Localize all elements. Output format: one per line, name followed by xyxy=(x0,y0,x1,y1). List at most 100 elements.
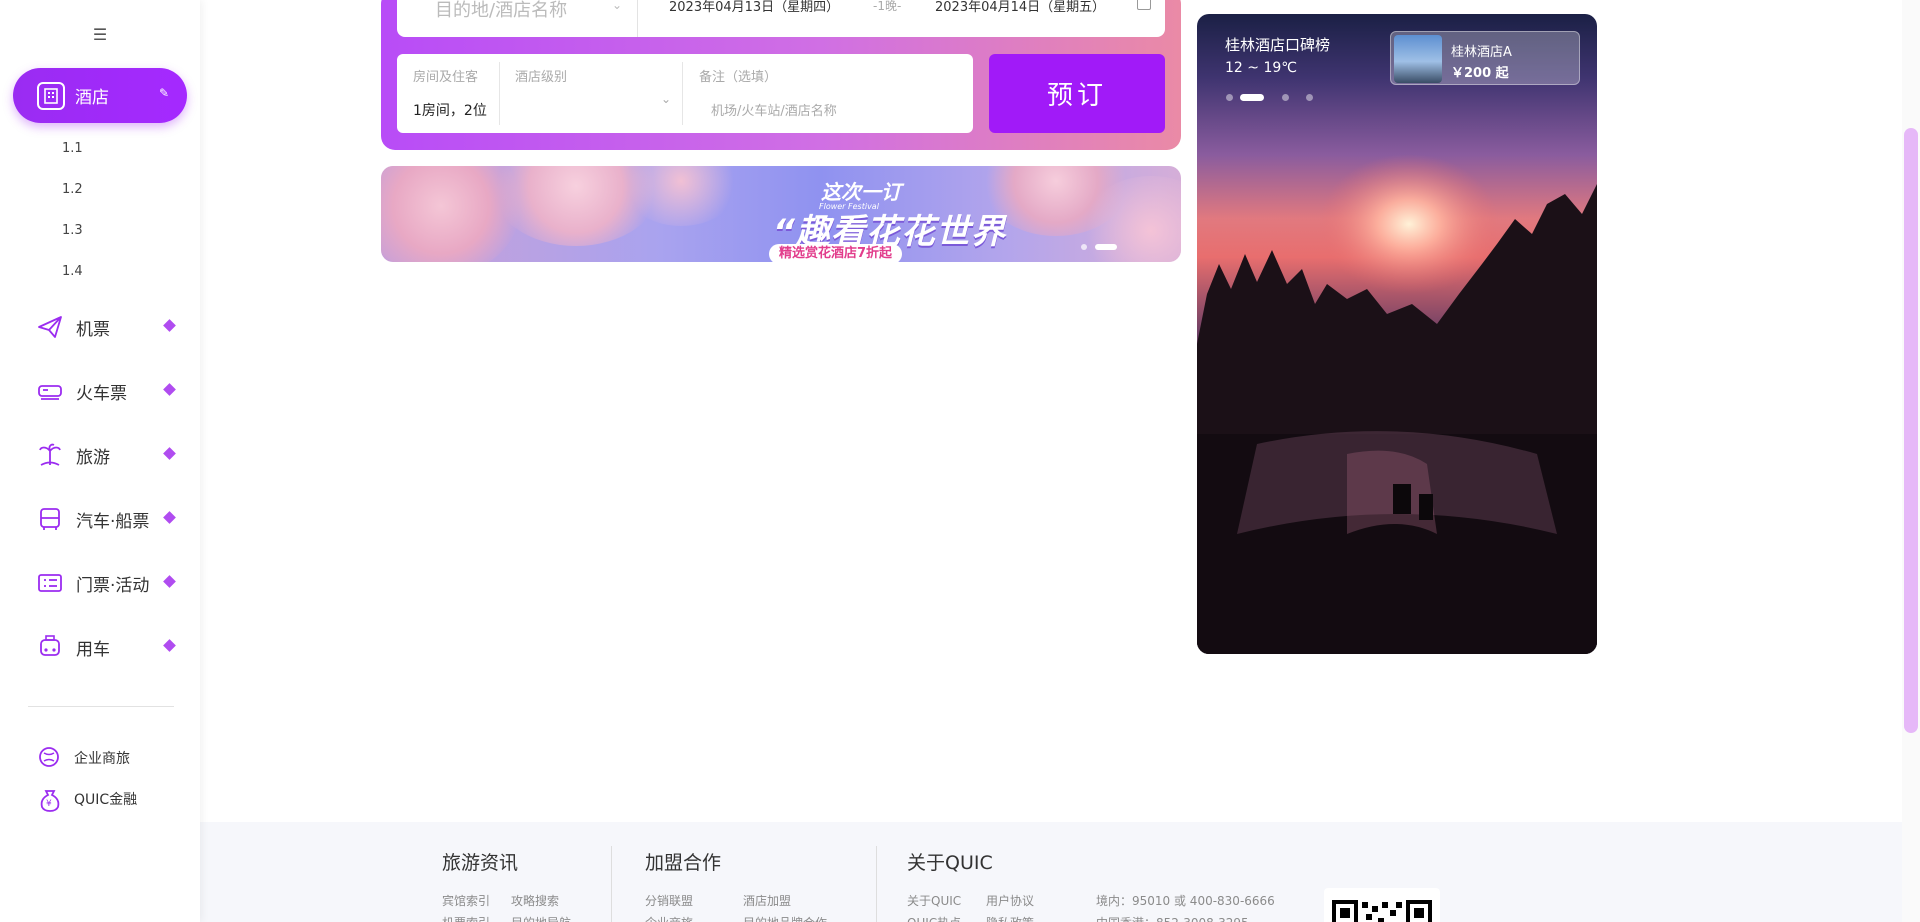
footer-link[interactable]: 用户协议 xyxy=(986,892,1034,909)
destination-promo-card[interactable]: 桂林酒店口碑榜 12 ~ 19℃ 桂林酒店A ￥200 起 xyxy=(1197,14,1597,654)
money-bag-icon: ¥ xyxy=(36,785,64,813)
footer-link[interactable]: 宾馆索引 xyxy=(442,892,490,909)
chevron-down-icon[interactable]: ⌄ xyxy=(661,92,671,106)
app-root: ☰ 酒店 ✎ 1.1 1.2 1.3 1.4 机票 火车票 旅游 汽车·船票 门… xyxy=(0,0,1920,922)
sidebar-subitem-1-2[interactable]: 1.2 xyxy=(62,182,83,197)
note-input[interactable]: 机场/火车站/酒店名称 xyxy=(711,100,837,119)
diamond-icon xyxy=(163,319,176,332)
featured-hotel-card[interactable]: 桂林酒店A ￥200 起 xyxy=(1390,31,1580,85)
sidebar-item-label: 机票 xyxy=(76,319,110,340)
footer-link[interactable]: 隐私政策 xyxy=(986,914,1034,922)
car-icon xyxy=(36,633,64,661)
promo-banner[interactable]: 这次一订 Flower Festival “趣看花花世界 精选赏花酒店7折起 xyxy=(381,166,1181,262)
diamond-icon xyxy=(163,447,176,460)
business-travel-icon xyxy=(36,744,64,772)
train-icon xyxy=(36,377,64,405)
sidebar-item-hotel[interactable]: 酒店 ✎ xyxy=(13,68,187,123)
ticket-icon xyxy=(36,569,64,597)
search-row-details: 房间及住客 1房间，2位 酒店级别 ⌄ 备注（选填） 机场/火车站/酒店名称 xyxy=(397,54,973,133)
scrollbar-thumb[interactable] xyxy=(1904,128,1918,733)
sidebar-item-car[interactable]: 用车 xyxy=(36,631,186,663)
footer-divider xyxy=(611,846,612,922)
svg-text:¥: ¥ xyxy=(46,799,52,809)
field-divider xyxy=(682,62,683,125)
banner-slide-dot-active[interactable] xyxy=(1095,244,1117,250)
footer-link[interactable]: 企业商旅 xyxy=(645,914,693,922)
calendar-icon[interactable] xyxy=(1137,0,1151,10)
temperature-range: 12 ~ 19℃ xyxy=(1225,60,1297,76)
sidebar-item-tickets[interactable]: 门票·活动 xyxy=(36,567,186,599)
field-divider xyxy=(499,62,500,125)
hotel-price: ￥200 起 xyxy=(1451,66,1509,81)
bus-icon xyxy=(36,505,64,533)
footer-heading: 加盟合作 xyxy=(645,852,722,874)
sidebar-item-bus-ship[interactable]: 汽车·船票 xyxy=(36,503,186,535)
sidebar-item-flights[interactable]: 机票 xyxy=(36,311,186,343)
rooms-guests-field[interactable]: 1房间，2位 xyxy=(413,100,487,120)
sidebar-item-label: 企业商旅 xyxy=(74,751,130,767)
sidebar-item-label: 火车票 xyxy=(76,383,127,404)
checkout-date[interactable]: 2023年04月14日（星期五） xyxy=(935,0,1105,15)
sidebar-item-label: QUIC金融 xyxy=(74,792,138,808)
sidebar-item-label: 门票·活动 xyxy=(76,575,150,596)
footer-link[interactable]: QUIC热点 xyxy=(907,914,961,922)
landscape-image xyxy=(1197,154,1597,654)
palm-tree-icon xyxy=(36,441,64,469)
field-divider xyxy=(637,0,638,37)
sidebar-item-business-travel[interactable]: 企业商旅 xyxy=(36,743,130,773)
footer: 旅游资讯 宾馆索引 攻略搜索 机票索引 目的地导航 加盟合作 分销联盟 酒店加盟… xyxy=(200,822,1902,922)
hotel-level-label: 酒店级别 xyxy=(515,70,568,85)
banner-tag: 精选赏花酒店7折起 xyxy=(769,244,903,262)
sidebar: ☰ 酒店 ✎ 1.1 1.2 1.3 1.4 机票 火车票 旅游 汽车·船票 门… xyxy=(0,0,200,922)
sidebar-item-label: 汽车·船票 xyxy=(76,511,150,532)
footer-divider xyxy=(876,846,877,922)
rooms-label: 房间及住客 xyxy=(413,70,479,85)
footer-link[interactable]: 分销联盟 xyxy=(645,892,693,909)
footer-link[interactable]: 攻略搜索 xyxy=(511,892,559,909)
diamond-icon xyxy=(163,383,176,396)
search-row-dates: 目的地/酒店名称 ⌄ 2023年04月13日（星期四） -1晚- 2023年04… xyxy=(397,0,1165,37)
sidebar-subitem-1-1[interactable]: 1.1 xyxy=(62,141,83,156)
checkin-date[interactable]: 2023年04月13日（星期四） xyxy=(669,0,839,15)
promo-slide-dot-active[interactable] xyxy=(1240,94,1264,101)
sidebar-divider xyxy=(28,706,174,707)
footer-link[interactable]: 机票索引 xyxy=(442,914,490,922)
chevron-down-icon[interactable]: ⌄ xyxy=(612,0,622,12)
menu-icon[interactable]: ☰ xyxy=(90,26,110,44)
sidebar-item-label: 用车 xyxy=(76,639,110,660)
paper-plane-icon xyxy=(36,313,64,341)
diamond-icon xyxy=(163,511,176,524)
footer-link[interactable]: 关于QUIC xyxy=(907,892,961,909)
promo-slide-dot[interactable] xyxy=(1226,94,1233,101)
sidebar-item-finance[interactable]: ¥ QUIC金融 xyxy=(36,784,137,814)
sidebar-subitem-1-3[interactable]: 1.3 xyxy=(62,223,83,238)
note-label: 备注（选填） xyxy=(699,70,778,85)
footer-heading: 旅游资讯 xyxy=(442,852,519,874)
diamond-icon xyxy=(163,639,176,652)
hotel-name: 桂林酒店A xyxy=(1451,45,1512,60)
hotel-thumbnail xyxy=(1394,35,1442,83)
book-button[interactable]: 预订 xyxy=(989,54,1165,133)
sidebar-item-train[interactable]: 火车票 xyxy=(36,375,186,407)
qr-code xyxy=(1324,888,1440,922)
sidebar-item-label: 旅游 xyxy=(76,447,110,468)
banner-slide-dot[interactable] xyxy=(1081,244,1087,250)
hotel-search-panel: 目的地/酒店名称 ⌄ 2023年04月13日（星期四） -1晚- 2023年04… xyxy=(381,0,1181,150)
footer-heading: 关于QUIC xyxy=(907,852,993,874)
destination-input[interactable]: 目的地/酒店名称 xyxy=(435,0,567,22)
pencil-icon: ✎ xyxy=(158,86,169,100)
diamond-icon xyxy=(163,575,176,588)
sidebar-item-travel[interactable]: 旅游 xyxy=(36,439,186,471)
banner-title-small: 这次一订 xyxy=(821,180,901,204)
sidebar-subitem-1-4[interactable]: 1.4 xyxy=(62,264,83,279)
contact-phone: 中国香港：852-3008-3295 xyxy=(1096,914,1249,922)
sidebar-item-label: 酒店 xyxy=(75,88,109,108)
nights-count: -1晚- xyxy=(873,0,902,13)
footer-link[interactable]: 酒店加盟 xyxy=(743,892,791,909)
promo-title: 桂林酒店口碑榜 xyxy=(1225,36,1331,54)
footer-link[interactable]: 目的地品牌合作 xyxy=(743,914,827,922)
promo-slide-dot[interactable] xyxy=(1306,94,1313,101)
promo-slide-dot[interactable] xyxy=(1282,94,1289,101)
contact-phone: 境内：95010 或 400-830-6666 xyxy=(1096,894,1275,908)
footer-link[interactable]: 目的地导航 xyxy=(511,914,571,922)
